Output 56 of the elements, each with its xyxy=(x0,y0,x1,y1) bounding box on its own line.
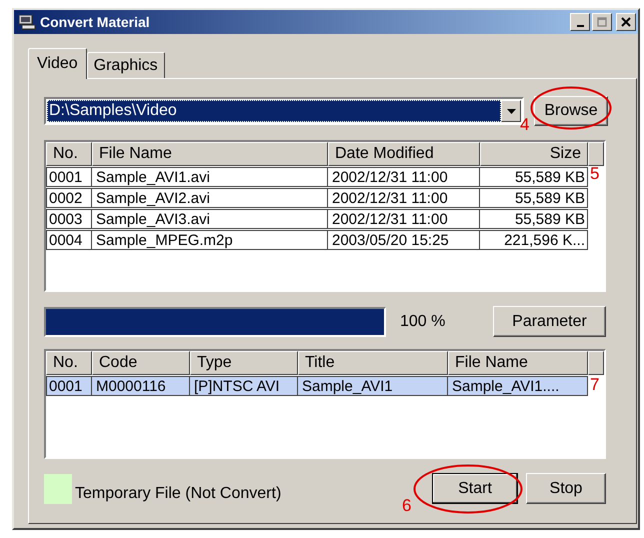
callout-number: 6 xyxy=(402,496,412,516)
table-cell: Sample_AVI3.avi xyxy=(92,209,328,229)
table-row[interactable]: 0001 Sample_AVI1.avi 2002/12/31 11:00 55,589 KB xyxy=(46,167,588,187)
callout-number: 5 xyxy=(590,164,600,184)
table-cell: 0002 xyxy=(46,188,92,208)
minimize-icon xyxy=(576,24,584,26)
table-row[interactable]: 0002 Sample_AVI2.avi 2002/12/31 11:00 55,589 KB xyxy=(46,188,588,208)
table-cell: Sample_AVI1 xyxy=(298,376,448,396)
progress-reading: 100 % xyxy=(400,312,446,330)
table-cell: Sample_AVI1.... xyxy=(448,376,588,396)
table-cell: Sample_AVI1.avi xyxy=(92,167,328,187)
tab[interactable]: Graphics xyxy=(86,52,165,78)
table-row[interactable]: 0001 M0000116 [P]NTSC AVI Sample_AVI1 Sample_AVI1.... xyxy=(46,376,588,396)
action-button[interactable]: Stop xyxy=(526,473,606,504)
table-cell: 0003 xyxy=(46,209,92,229)
tab[interactable]: Video xyxy=(28,48,87,79)
table-row[interactable]: 0004 Sample_MPEG.m2p 2003/05/20 15:25 221,596 K... xyxy=(46,230,588,250)
table-cell: 55,589 KB xyxy=(480,209,588,229)
column-header[interactable]: Code xyxy=(92,351,190,375)
dropdown-button[interactable] xyxy=(501,100,521,122)
table-cell: Sample_AVI2.avi xyxy=(92,188,328,208)
table-cell: 2002/12/31 11:00 xyxy=(328,209,480,229)
column-header[interactable]: Size xyxy=(480,142,588,166)
column-header[interactable]: No. xyxy=(46,351,92,375)
column-header[interactable]: No. xyxy=(46,142,92,166)
table-cell: 0001 xyxy=(46,167,92,187)
browse-button[interactable]: Browse xyxy=(534,96,608,126)
caret-icon xyxy=(506,108,516,114)
table-cell: M0000116 xyxy=(92,376,190,396)
table-cell: 2003/05/20 15:25 xyxy=(328,230,480,250)
computer-icon xyxy=(18,14,36,30)
table-cell: 0001 xyxy=(46,376,92,396)
table-cell: 0004 xyxy=(46,230,92,250)
table-cell: 221,596 K... xyxy=(480,230,588,250)
callout-number: 7 xyxy=(590,375,600,395)
column-header[interactable]: File Name xyxy=(92,142,328,166)
table-cell: Sample_MPEG.m2p xyxy=(92,230,328,250)
minimize-button[interactable] xyxy=(570,13,590,31)
maximize-icon xyxy=(597,17,607,27)
table-cell: 2002/12/31 11:00 xyxy=(328,167,480,187)
table-row[interactable]: 0003 Sample_AVI3.avi 2002/12/31 11:00 55,589 KB xyxy=(46,209,588,229)
column-header[interactable]: Title xyxy=(298,351,448,375)
table-cell: [P]NTSC AVI xyxy=(190,376,298,396)
window-title: Convert Material xyxy=(40,14,150,30)
parameter-button[interactable]: Parameter xyxy=(493,306,606,337)
close-icon xyxy=(621,17,631,27)
table-cell: 2002/12/31 11:00 xyxy=(328,188,480,208)
table-cell: 55,589 KB xyxy=(480,167,588,187)
table-cell: 55,589 KB xyxy=(480,188,588,208)
legend-label: Temporary File (Not Convert) xyxy=(75,484,282,502)
action-button[interactable]: Start xyxy=(432,473,518,504)
column-header[interactable]: Date Modified xyxy=(328,142,480,166)
column-header[interactable]: Type xyxy=(190,351,298,375)
column-header[interactable]: File Name xyxy=(448,351,588,375)
maximize-button[interactable] xyxy=(592,13,612,31)
close-button[interactable] xyxy=(616,13,636,31)
